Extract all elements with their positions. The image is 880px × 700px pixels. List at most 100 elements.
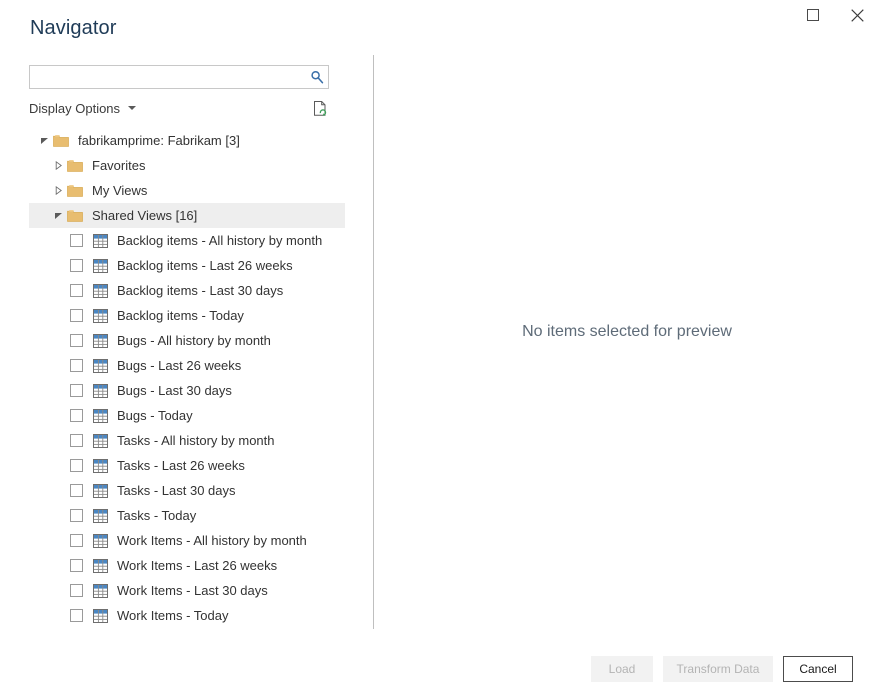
tree-row-label: Tasks - Today <box>117 507 197 523</box>
chevron-down-icon <box>128 106 137 110</box>
navigator-dialog: Navigator Display Options fabrikamprime:… <box>0 0 880 700</box>
tree-table-row[interactable]: Backlog items - Last 30 days <box>29 278 345 303</box>
row-checkbox[interactable] <box>70 609 83 622</box>
row-checkbox[interactable] <box>70 509 83 522</box>
refresh-preview-icon[interactable] <box>313 100 329 117</box>
left-pane: Display Options fabrikamprime: Fabrikam … <box>0 65 345 638</box>
row-checkbox[interactable] <box>70 234 83 247</box>
tree-row-label: Shared Views [16] <box>92 207 198 223</box>
maximize-button[interactable] <box>790 0 835 30</box>
table-icon <box>92 483 108 498</box>
table-icon <box>92 358 108 373</box>
tree-table-row[interactable]: Bugs - Last 30 days <box>29 378 345 403</box>
tree-row-label: Work Items - Last 26 weeks <box>117 557 278 573</box>
tree-row-label: Work Items - Today <box>117 607 229 623</box>
cancel-button[interactable]: Cancel <box>783 656 853 682</box>
table-icon <box>92 233 108 248</box>
tree-table-row[interactable]: Work Items - All history by month <box>29 528 345 553</box>
title-bar: Navigator <box>0 0 880 48</box>
preview-empty-message: No items selected for preview <box>522 322 732 340</box>
expander-closed-icon[interactable] <box>49 161 67 170</box>
row-checkbox[interactable] <box>70 534 83 547</box>
tree-row-label: Backlog items - Last 30 days <box>117 282 284 298</box>
tree-row-label: Bugs - Today <box>117 407 193 423</box>
row-checkbox[interactable] <box>70 484 83 497</box>
tree-folder-row[interactable]: My Views <box>29 178 345 203</box>
tree-row-label: Work Items - All history by month <box>117 532 307 548</box>
tree-row-label: Backlog items - Today <box>117 307 244 323</box>
tree-table-row[interactable]: Tasks - Last 26 weeks <box>29 453 345 478</box>
row-checkbox[interactable] <box>70 359 83 372</box>
tree-table-row[interactable]: Bugs - All history by month <box>29 328 345 353</box>
tree-row-label: Tasks - All history by month <box>117 432 275 448</box>
expander-closed-icon[interactable] <box>49 186 67 195</box>
tree-table-row[interactable]: Tasks - Today <box>29 503 345 528</box>
row-checkbox[interactable] <box>70 459 83 472</box>
row-checkbox[interactable] <box>70 409 83 422</box>
row-checkbox[interactable] <box>70 384 83 397</box>
search-icon[interactable] <box>306 66 328 88</box>
dialog-footer: Load Transform Data Cancel <box>0 638 880 700</box>
display-options-label: Display Options <box>29 100 121 116</box>
search-box[interactable] <box>29 65 329 89</box>
load-button[interactable]: Load <box>591 656 653 682</box>
table-icon <box>92 558 108 573</box>
row-checkbox[interactable] <box>70 434 83 447</box>
table-icon <box>92 258 108 273</box>
row-checkbox[interactable] <box>70 309 83 322</box>
table-icon <box>92 583 108 598</box>
tree-row-label: Tasks - Last 26 weeks <box>117 457 245 473</box>
transform-data-button[interactable]: Transform Data <box>663 656 773 682</box>
tree-table-row[interactable]: Work Items - Last 30 days <box>29 578 345 603</box>
table-icon <box>92 458 108 473</box>
tree-folder-row[interactable]: Shared Views [16] <box>29 203 345 228</box>
tree-row-label: Backlog items - Last 26 weeks <box>117 257 293 273</box>
close-button[interactable] <box>835 0 880 30</box>
tree-table-row[interactable]: Work Items - Last 26 weeks <box>29 553 345 578</box>
tree-row-label: My Views <box>92 182 148 198</box>
table-icon <box>92 408 108 423</box>
page-title: Navigator <box>30 17 117 39</box>
tree-table-row[interactable]: Backlog items - Last 26 weeks <box>29 253 345 278</box>
table-icon <box>92 308 108 323</box>
tree-folder-row[interactable]: Favorites <box>29 153 345 178</box>
folder-icon <box>67 184 83 197</box>
tree-row-label: Bugs - Last 26 weeks <box>117 357 242 373</box>
tree-table-row[interactable]: Bugs - Today <box>29 403 345 428</box>
tree-row-label: Backlog items - All history by month <box>117 232 323 248</box>
row-checkbox[interactable] <box>70 559 83 572</box>
tree-table-row[interactable]: Bugs - Last 26 weeks <box>29 353 345 378</box>
display-options-dropdown[interactable]: Display Options <box>29 100 137 116</box>
maximize-icon <box>806 9 819 21</box>
row-checkbox[interactable] <box>70 284 83 297</box>
navigator-tree[interactable]: fabrikamprime: Fabrikam [3] Favorites My… <box>29 128 345 638</box>
table-icon <box>92 433 108 448</box>
tree-row-label: Bugs - All history by month <box>117 332 271 348</box>
folder-icon <box>67 159 83 172</box>
table-icon <box>92 283 108 298</box>
tree-table-row[interactable]: Backlog items - Today <box>29 303 345 328</box>
folder-icon <box>53 134 69 147</box>
expander-open-icon[interactable] <box>35 136 53 145</box>
dialog-content: Display Options fabrikamprime: Fabrikam … <box>0 48 880 638</box>
tree-row-label: Bugs - Last 30 days <box>117 382 232 398</box>
row-checkbox[interactable] <box>70 259 83 272</box>
tree-table-row[interactable]: Work Items - Today <box>29 603 345 628</box>
table-icon <box>92 508 108 523</box>
table-icon <box>92 383 108 398</box>
search-input[interactable] <box>30 66 306 88</box>
row-checkbox[interactable] <box>70 584 83 597</box>
table-icon <box>92 608 108 623</box>
tree-table-row[interactable]: Backlog items - All history by month <box>29 228 345 253</box>
tree-row-label: Work Items - Last 30 days <box>117 582 268 598</box>
row-checkbox[interactable] <box>70 334 83 347</box>
expander-open-icon[interactable] <box>49 211 67 220</box>
tree-row-label: Tasks - Last 30 days <box>117 482 236 498</box>
tree-row-label: Favorites <box>92 157 146 173</box>
close-icon <box>851 8 864 22</box>
tree-table-row[interactable]: Tasks - All history by month <box>29 428 345 453</box>
table-icon <box>92 333 108 348</box>
table-icon <box>92 533 108 548</box>
tree-folder-row[interactable]: fabrikamprime: Fabrikam [3] <box>29 128 345 153</box>
tree-table-row[interactable]: Tasks - Last 30 days <box>29 478 345 503</box>
